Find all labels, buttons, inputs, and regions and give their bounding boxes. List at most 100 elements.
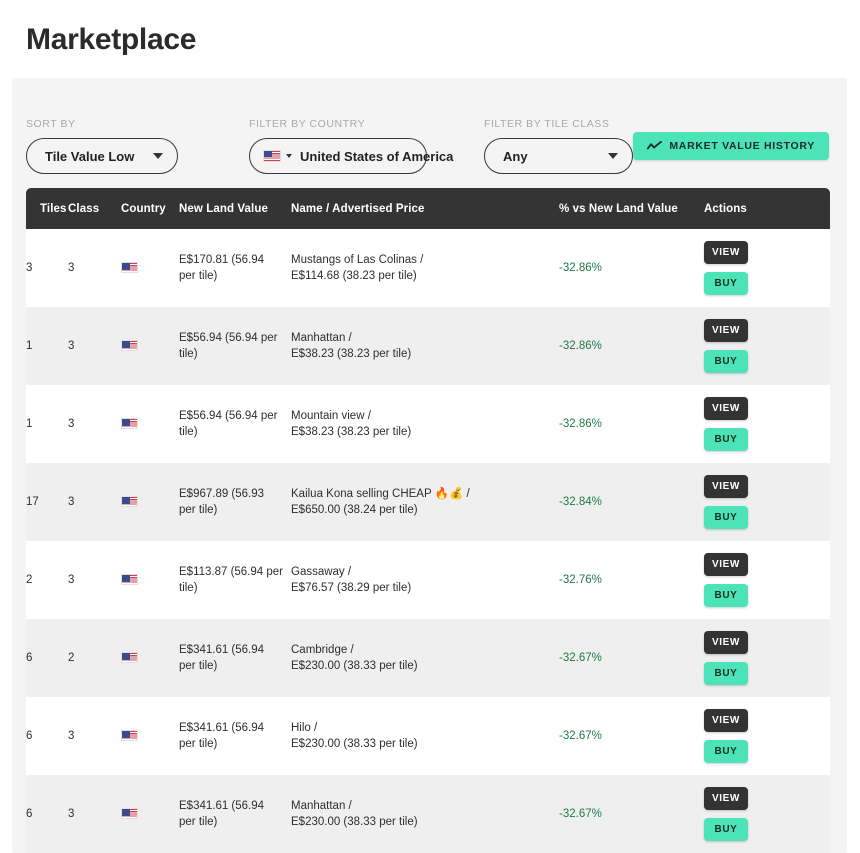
- cell-actions: VIEW BUY: [704, 697, 830, 775]
- filter-by-tile-class-select[interactable]: Any: [484, 138, 633, 174]
- filter-by-country-select[interactable]: United States of America: [249, 138, 453, 174]
- buy-button[interactable]: BUY: [704, 506, 748, 529]
- cell-tiles: 1: [26, 417, 33, 430]
- cell-new-land-value: E$56.94 (56.94 per tile): [179, 409, 278, 439]
- view-button[interactable]: VIEW: [704, 241, 748, 264]
- market-value-history-button[interactable]: MARKET VALUE HISTORY: [633, 132, 829, 160]
- buy-button[interactable]: BUY: [704, 350, 748, 373]
- sort-by-value: Tile Value Low: [45, 148, 135, 164]
- cell-new-land-value: E$113.87 (56.94 per tile): [179, 565, 284, 595]
- cell-name-price: Hilo / E$230.00 (38.33 per tile): [291, 697, 559, 775]
- marketplace-table: Tiles Class Country New Land Value Name …: [26, 188, 830, 853]
- cell-tiles: 6: [26, 651, 33, 664]
- pct-vs-new-land-value: -32.67%: [559, 651, 602, 664]
- listing-price: E$76.57 (38.29 per tile): [291, 582, 412, 594]
- listing-name: Manhattan /: [291, 331, 352, 344]
- market-value-history-label: MARKET VALUE HISTORY: [669, 140, 815, 152]
- cell-new-land-value: E$967.89 (56.93 per tile): [179, 487, 265, 517]
- cell-actions: VIEW BUY: [704, 229, 830, 307]
- buy-button[interactable]: BUY: [704, 584, 748, 607]
- action-button-group: VIEW BUY: [704, 631, 820, 685]
- us-flag-icon: [121, 262, 138, 274]
- action-button-group: VIEW BUY: [704, 241, 820, 295]
- column-header-name-price[interactable]: Name / Advertised Price: [291, 188, 559, 229]
- us-flag-icon: [263, 150, 281, 162]
- cell-new-land-value: E$341.61 (56.94 per tile): [179, 721, 265, 751]
- listing-price: E$38.23 (38.23 per tile): [291, 348, 412, 360]
- listing-price: E$230.00 (38.33 per tile): [291, 738, 418, 750]
- column-header-actions: Actions: [704, 188, 830, 229]
- table-row: 6 3 E$341.61 (56.94 per tile) Manhattan / E$…: [26, 775, 830, 853]
- listing-price: E$230.00 (38.33 per tile): [291, 660, 418, 672]
- cell-tiles: 6: [26, 729, 33, 742]
- cell-class: 3: [68, 495, 75, 508]
- cell-class: 3: [68, 807, 75, 820]
- cell-pct: -32.67%: [559, 697, 704, 775]
- cell-pct: -32.67%: [559, 619, 704, 697]
- listing-name: Hilo /: [291, 721, 318, 734]
- table-header: Tiles Class Country New Land Value Name …: [26, 188, 830, 229]
- buy-button[interactable]: BUY: [704, 428, 748, 451]
- view-button[interactable]: VIEW: [704, 787, 748, 810]
- filter-by-tile-class-label: FILTER BY TILE CLASS: [484, 118, 610, 130]
- action-button-group: VIEW BUY: [704, 553, 820, 607]
- column-header-pct[interactable]: % vs New Land Value: [559, 188, 704, 229]
- listing-name: Mountain view /: [291, 409, 371, 422]
- sort-by-select[interactable]: Tile Value Low: [26, 138, 178, 174]
- column-header-tiles[interactable]: Tiles: [26, 188, 68, 229]
- pct-vs-new-land-value: -32.84%: [559, 495, 602, 508]
- action-button-group: VIEW BUY: [704, 319, 820, 373]
- column-header-new-land-value[interactable]: New Land Value: [179, 188, 291, 229]
- view-button[interactable]: VIEW: [704, 709, 748, 732]
- cell-name-price: Cambridge / E$230.00 (38.33 per tile): [291, 619, 559, 697]
- page-title: Marketplace: [26, 23, 197, 56]
- cell-tiles: 17: [26, 495, 39, 508]
- us-flag-icon: [121, 340, 138, 352]
- filter-by-country-label: FILTER BY COUNTRY: [249, 118, 366, 130]
- cell-class: 2: [68, 651, 75, 664]
- pct-vs-new-land-value: -32.67%: [559, 729, 602, 742]
- pct-vs-new-land-value: -32.76%: [559, 573, 602, 586]
- cell-actions: VIEW BUY: [704, 307, 830, 385]
- pct-vs-new-land-value: -32.86%: [559, 261, 602, 274]
- view-button[interactable]: VIEW: [704, 319, 748, 342]
- view-button[interactable]: VIEW: [704, 397, 748, 420]
- cell-country: [121, 463, 179, 541]
- cell-country: [121, 385, 179, 463]
- buy-button[interactable]: BUY: [704, 272, 748, 295]
- action-button-group: VIEW BUY: [704, 787, 820, 841]
- cell-new-land-value: E$56.94 (56.94 per tile): [179, 331, 278, 361]
- table-row: 3 3 E$170.81 (56.94 per tile) Mustangs of L…: [26, 229, 830, 307]
- view-button[interactable]: VIEW: [704, 475, 748, 498]
- cell-actions: VIEW BUY: [704, 619, 830, 697]
- cell-name-price: Manhattan / E$38.23 (38.23 per tile): [291, 307, 559, 385]
- buy-button[interactable]: BUY: [704, 662, 748, 685]
- buy-button[interactable]: BUY: [704, 740, 748, 763]
- listing-price: E$114.68 (38.23 per tile): [291, 270, 417, 282]
- cell-tiles: 3: [26, 261, 33, 274]
- cell-tiles: 1: [26, 339, 33, 352]
- us-flag-icon: [121, 496, 138, 508]
- table-row: 1 3 E$56.94 (56.94 per tile) Manhattan / E$3…: [26, 307, 830, 385]
- action-button-group: VIEW BUY: [704, 475, 820, 529]
- us-flag-icon: [121, 808, 138, 820]
- column-header-country[interactable]: Country: [121, 188, 179, 229]
- cell-tiles: 2: [26, 573, 33, 586]
- column-header-class[interactable]: Class: [68, 188, 121, 229]
- listing-name: Cambridge /: [291, 643, 354, 656]
- view-button[interactable]: VIEW: [704, 553, 748, 576]
- marketplace-card: SORT BY Tile Value Low FILTER BY COUNTRY…: [12, 78, 847, 853]
- cell-actions: VIEW BUY: [704, 775, 830, 853]
- table-row: 6 2 E$341.61 (56.94 per tile) Cambridge / E$…: [26, 619, 830, 697]
- view-button[interactable]: VIEW: [704, 631, 748, 654]
- cell-pct: -32.86%: [559, 385, 704, 463]
- cell-pct: -32.67%: [559, 775, 704, 853]
- cell-pct: -32.76%: [559, 541, 704, 619]
- marketplace-page: Marketplace SORT BY Tile Value Low FILTE…: [0, 0, 860, 853]
- action-button-group: VIEW BUY: [704, 397, 820, 451]
- filter-by-tile-class-value: Any: [503, 148, 528, 164]
- cell-name-price: Manhattan / E$230.00 (38.33 per tile): [291, 775, 559, 853]
- cell-name-price: Kailua Kona selling CHEAP 🔥💰 / E$650.00 (…: [291, 463, 559, 541]
- cell-class: 3: [68, 339, 75, 352]
- buy-button[interactable]: BUY: [704, 818, 748, 841]
